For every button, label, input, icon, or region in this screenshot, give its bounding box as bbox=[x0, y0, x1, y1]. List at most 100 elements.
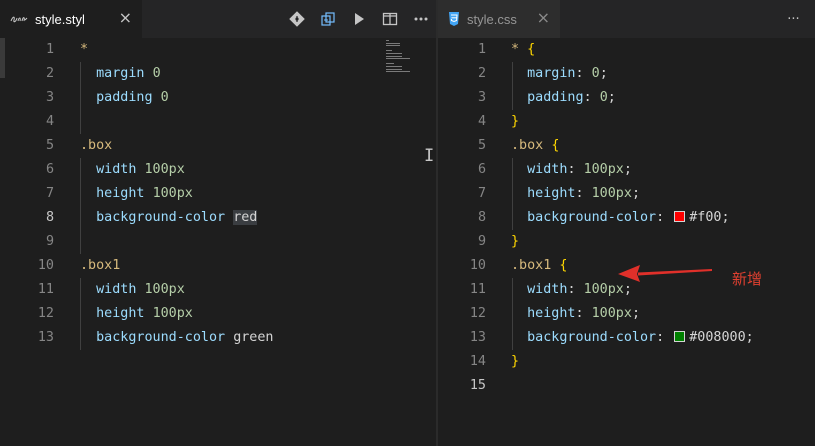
code-token: padding bbox=[511, 90, 584, 105]
code-token: 100px bbox=[583, 162, 624, 177]
git-compare-icon bbox=[288, 11, 305, 27]
code-token: .box1 bbox=[511, 258, 560, 273]
line-number: 2 bbox=[45, 66, 54, 81]
tab-style-css[interactable]: style.css × bbox=[438, 0, 560, 38]
split-editor-button[interactable] bbox=[374, 0, 405, 38]
line-number: 12 bbox=[37, 306, 54, 321]
code-token: 0 bbox=[160, 90, 169, 105]
line-number: 6 bbox=[477, 162, 486, 177]
code-token: ; bbox=[631, 306, 640, 321]
code-text: .box1 bbox=[80, 254, 120, 278]
code-line[interactable]: 5 .box bbox=[0, 134, 436, 158]
code-line[interactable]: 10 .box1 bbox=[0, 254, 436, 278]
more-actions-button[interactable] bbox=[405, 0, 436, 38]
run-button[interactable] bbox=[343, 0, 374, 38]
code-token: width bbox=[80, 162, 145, 177]
code-token: .box bbox=[80, 138, 113, 153]
code-text: } bbox=[511, 110, 519, 134]
line-number: 8 bbox=[45, 210, 54, 225]
tab-style-styl[interactable]: style.styl × bbox=[0, 0, 142, 38]
code-line[interactable]: 1 * bbox=[0, 38, 436, 62]
line-number: 9 bbox=[477, 234, 486, 249]
line-number: 4 bbox=[45, 114, 54, 129]
color-swatch-icon[interactable] bbox=[674, 210, 686, 222]
code-text: background-color: #f00; bbox=[511, 206, 729, 230]
line-number: 9 bbox=[45, 234, 54, 249]
code-line[interactable]: 1 * { bbox=[438, 38, 815, 62]
minimap[interactable] bbox=[386, 40, 411, 73]
code-line[interactable]: 8 background-color red bbox=[0, 206, 436, 230]
right-code-editor[interactable]: 1 * {2 margin: 0; 3 padding: 0; 4} 5 .box {6 … bbox=[438, 38, 815, 446]
color-swatch-icon[interactable] bbox=[674, 330, 686, 342]
code-line[interactable]: 11 width 100px bbox=[0, 278, 436, 302]
line-number: 14 bbox=[469, 354, 486, 369]
code-line[interactable]: 7 height: 100px; bbox=[438, 182, 815, 206]
code-line[interactable]: 8 background-color: #f00; bbox=[438, 206, 815, 230]
code-token: background-color bbox=[80, 330, 234, 345]
code-token: height bbox=[511, 186, 576, 201]
code-text: margin: 0; bbox=[511, 62, 608, 86]
code-text: height: 100px; bbox=[511, 302, 640, 326]
code-token: width bbox=[80, 282, 145, 297]
code-text: } bbox=[511, 230, 519, 254]
code-token: } bbox=[511, 114, 520, 129]
code-token: height bbox=[511, 306, 576, 321]
code-line[interactable]: 4} bbox=[438, 110, 815, 134]
code-token: green bbox=[233, 330, 274, 345]
line-number: 7 bbox=[477, 186, 486, 201]
code-line[interactable]: 3 padding 0 bbox=[0, 86, 436, 110]
more-actions-button[interactable]: ··· bbox=[778, 0, 809, 38]
code-line[interactable]: 12 height 100px bbox=[0, 302, 436, 326]
close-icon[interactable]: × bbox=[119, 10, 132, 26]
line-number: 4 bbox=[477, 114, 486, 129]
code-text: .box bbox=[80, 134, 112, 158]
code-line[interactable]: 9} bbox=[438, 230, 815, 254]
code-line[interactable]: 9 bbox=[0, 230, 436, 254]
annotation-arrow-icon bbox=[618, 265, 712, 282]
code-line[interactable]: 5 .box { bbox=[438, 134, 815, 158]
code-line[interactable]: 4 bbox=[0, 110, 436, 134]
code-line[interactable]: 12 height: 100px; bbox=[438, 302, 815, 326]
code-line[interactable]: 14} bbox=[438, 350, 815, 374]
code-token: height bbox=[80, 186, 153, 201]
tab-label: style.css bbox=[467, 11, 517, 27]
code-line[interactable]: 13 background-color green bbox=[0, 326, 436, 350]
code-token: * bbox=[511, 42, 528, 57]
code-token: 100px bbox=[591, 306, 632, 321]
code-token: #008000; bbox=[689, 330, 754, 345]
code-token: { bbox=[551, 138, 560, 153]
code-token: 100px bbox=[144, 282, 185, 297]
open-changes-button[interactable] bbox=[312, 0, 343, 38]
code-token: 0 bbox=[591, 66, 600, 81]
left-editor-group: style.styl × 1 * 2 margin 0 3 padding 0 … bbox=[0, 0, 436, 446]
code-token: red bbox=[233, 210, 258, 225]
code-line[interactable]: 6 width: 100px; bbox=[438, 158, 815, 182]
code-token: ; bbox=[631, 186, 640, 201]
code-line[interactable]: 2 margin: 0; bbox=[438, 62, 815, 86]
code-token: 100px bbox=[144, 162, 185, 177]
code-text: * { bbox=[511, 38, 535, 62]
line-number: 8 bbox=[477, 210, 486, 225]
code-text: width: 100px; bbox=[511, 158, 632, 182]
code-line[interactable]: 2 margin 0 bbox=[0, 62, 436, 86]
code-token: } bbox=[511, 354, 520, 369]
code-line[interactable]: 6 width 100px bbox=[0, 158, 436, 182]
code-line[interactable]: 13 background-color: #008000; bbox=[438, 326, 815, 350]
code-token: margin bbox=[511, 66, 576, 81]
code-text: padding: 0; bbox=[511, 86, 616, 110]
code-token: background-color bbox=[80, 210, 234, 225]
annotation-label: 新增 bbox=[732, 270, 763, 288]
close-icon[interactable]: × bbox=[537, 10, 550, 26]
code-token: { bbox=[527, 42, 536, 57]
code-line[interactable]: 3 padding: 0; bbox=[438, 86, 815, 110]
code-line[interactable]: 7 height 100px bbox=[0, 182, 436, 206]
code-token: : bbox=[575, 186, 592, 201]
code-line[interactable]: 15 bbox=[438, 374, 815, 398]
code-token: margin bbox=[80, 66, 153, 81]
line-number: 7 bbox=[45, 186, 54, 201]
left-code-editor[interactable]: 1 * 2 margin 03 padding 0 4 5 .box 6 width 100… bbox=[0, 38, 436, 446]
code-token: background-color bbox=[511, 330, 657, 345]
code-token: 100px bbox=[152, 306, 193, 321]
line-number: 5 bbox=[477, 138, 486, 153]
git-compare-button[interactable] bbox=[281, 0, 312, 38]
